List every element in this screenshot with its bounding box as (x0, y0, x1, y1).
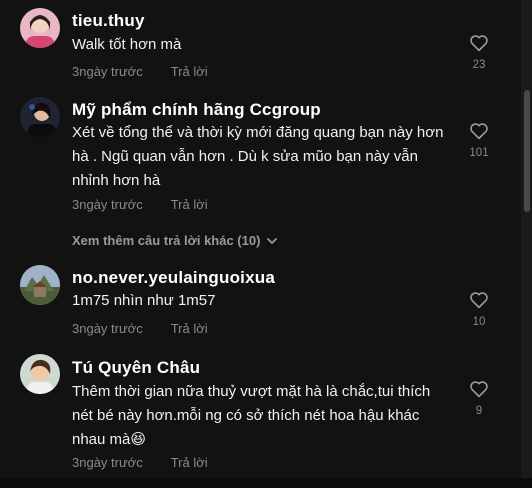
reply-button[interactable]: Trả lời (171, 321, 208, 336)
chevron-down-icon (267, 237, 278, 244)
comment-text: Walk tốt hơn mà (72, 36, 182, 53)
avatar[interactable] (20, 8, 60, 48)
avatar[interactable] (20, 97, 60, 137)
avatar-image (20, 265, 60, 305)
view-more-replies-label: Xem thêm câu trả lời khác (10) (72, 233, 261, 248)
comment-time: 3ngày trước (72, 321, 143, 336)
heart-icon[interactable] (469, 291, 489, 309)
comment-meta: 3ngày trước Trả lời (72, 64, 208, 79)
comment-username[interactable]: Tú Quyên Châu (72, 358, 200, 378)
comment-time: 3ngày trước (72, 455, 143, 470)
view-more-replies-button[interactable]: Xem thêm câu trả lời khác (10) (72, 233, 278, 248)
comment-meta: 3ngày trước Trả lời (72, 197, 208, 212)
avatar[interactable] (20, 265, 60, 305)
reply-button[interactable]: Trả lời (171, 455, 208, 470)
reply-button[interactable]: Trả lời (171, 64, 208, 79)
heart-icon[interactable] (469, 122, 489, 140)
avatar-image (20, 97, 60, 137)
comment-username[interactable]: Mỹ phẩm chính hãng Ccgroup (72, 100, 321, 120)
like-button[interactable]: 23 (464, 34, 494, 71)
reply-button[interactable]: Trả lời (171, 197, 208, 212)
heart-icon[interactable] (469, 34, 489, 52)
avatar-image (20, 8, 60, 48)
like-count: 23 (472, 59, 486, 71)
avatar-image (20, 354, 60, 394)
heart-icon[interactable] (469, 380, 489, 398)
like-button[interactable]: 10 (464, 291, 494, 328)
scrollbar[interactable] (521, 0, 532, 488)
comment-meta: 3ngày trước Trả lời (72, 455, 208, 470)
bottom-divider (0, 478, 532, 488)
avatar[interactable] (20, 354, 60, 394)
like-count: 10 (472, 316, 486, 328)
comment-text: Thêm thời gian nữa thuỷ vượt mặt hà là c… (72, 383, 431, 448)
like-count: 101 (469, 147, 489, 159)
comment-meta: 3ngày trước Trả lời (72, 321, 208, 336)
comment-time: 3ngày trước (72, 64, 143, 79)
like-count: 9 (475, 405, 483, 417)
like-button[interactable]: 101 (464, 122, 494, 159)
comment-time: 3ngày trước (72, 197, 143, 212)
scroll-thumb[interactable] (524, 90, 530, 212)
like-button[interactable]: 9 (464, 380, 494, 417)
comment-text: Xét về tổng thể và thời kỳ mới đăng quan… (72, 124, 444, 189)
comment-username[interactable]: tieu.thuy (72, 11, 145, 31)
comment-text: 1m75 nhìn như 1m57 (72, 292, 216, 309)
comment-username[interactable]: no.never.yeulainguoixua (72, 268, 275, 288)
